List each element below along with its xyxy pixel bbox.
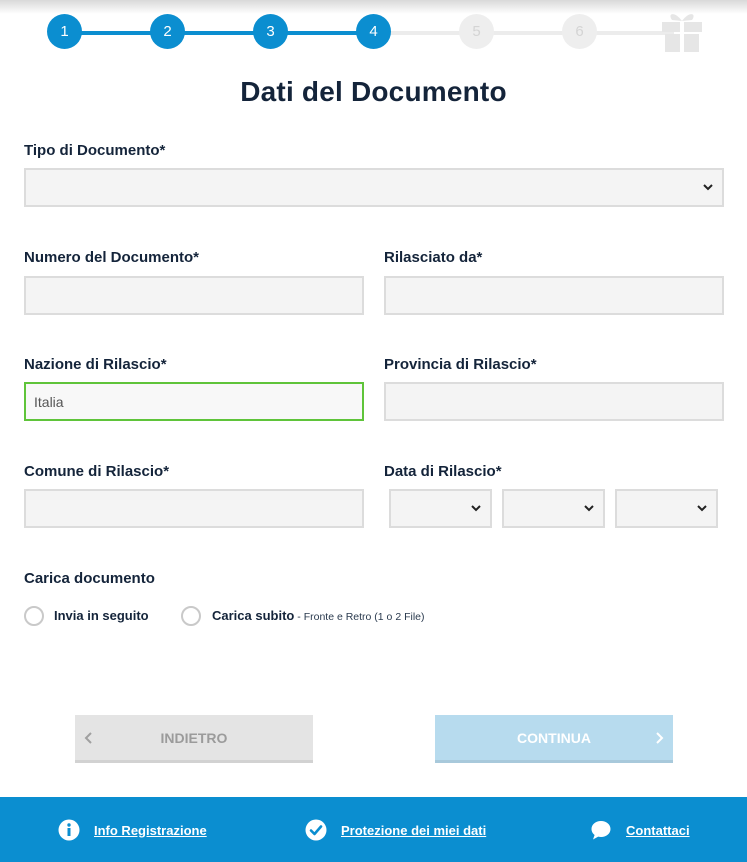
info-icon (58, 819, 80, 841)
carica-subito-hint: - Fronte e Retro (1 o 2 File) (294, 611, 425, 623)
provincia-rilascio-input[interactable] (384, 382, 724, 421)
footer-privacy[interactable]: Protezione dei miei dati (305, 819, 486, 841)
radio-carica-subito[interactable] (181, 606, 201, 626)
continue-button[interactable]: CONTINUA (435, 715, 673, 763)
footer-info-link[interactable]: Info Registrazione (94, 823, 207, 838)
chat-icon (591, 821, 611, 840)
chevron-down-icon (471, 505, 481, 512)
footer-contact[interactable]: Contattaci (590, 819, 690, 841)
invia-in-seguito-text: Invia in seguito (54, 608, 149, 623)
gift-icon (662, 14, 702, 52)
data-rilascio-month-select[interactable] (502, 489, 605, 528)
back-button-label: INDIETRO (160, 729, 228, 746)
footer-info[interactable]: Info Registrazione (58, 819, 207, 841)
tipo-documento-label: Tipo di Documento* (24, 142, 166, 159)
stepper-line-todo (374, 31, 674, 35)
checkmark-icon (305, 819, 327, 841)
step-2: 2 (150, 14, 185, 49)
chevron-down-icon (697, 505, 707, 512)
data-rilascio-year-select[interactable] (615, 489, 718, 528)
rilasciato-da-input[interactable] (384, 276, 724, 315)
comune-rilascio-input[interactable] (24, 489, 364, 528)
chevron-down-icon (584, 505, 594, 512)
nazione-rilascio-input[interactable]: Italia (24, 382, 364, 421)
radio-label-invia-in-seguito[interactable]: Invia in seguito (54, 608, 149, 623)
chevron-right-icon (656, 732, 664, 744)
numero-documento-label: Numero del Documento* (24, 249, 200, 266)
rilasciato-da-label: Rilasciato da* (384, 249, 483, 266)
chevron-left-icon (84, 732, 92, 744)
carica-documento-label: Carica documento (24, 570, 155, 587)
footer-bar: Info Registrazione Protezione dei miei d… (0, 797, 747, 862)
page-title: Dati del Documento (240, 76, 507, 107)
step-1: 1 (47, 14, 82, 49)
chevron-down-icon (703, 184, 713, 191)
progress-stepper: 1 2 3 4 5 6 (0, 0, 747, 64)
stepper-line-done (64, 31, 374, 35)
nazione-rilascio-label: Nazione di Rilascio* (24, 356, 167, 373)
step-6: 6 (562, 14, 597, 49)
carica-subito-text: Carica subito (212, 608, 295, 623)
back-button[interactable]: INDIETRO (75, 715, 313, 763)
step-5: 5 (459, 14, 494, 49)
footer-contact-link[interactable]: Contattaci (626, 823, 690, 838)
nazione-rilascio-value: Italia (34, 393, 64, 410)
continue-button-label: CONTINUA (517, 729, 591, 746)
provincia-rilascio-label: Provincia di Rilascio* (384, 356, 537, 373)
footer-privacy-link[interactable]: Protezione dei miei dati (341, 823, 486, 838)
radio-label-carica-subito[interactable]: Carica subito - Fronte e Retro (1 o 2 Fi… (212, 608, 425, 623)
comune-rilascio-label: Comune di Rilascio* (24, 463, 170, 480)
numero-documento-input[interactable] (24, 276, 364, 315)
radio-invia-in-seguito[interactable] (24, 606, 44, 626)
tipo-documento-select[interactable] (24, 168, 724, 207)
data-rilascio-label: Data di Rilascio* (384, 463, 502, 480)
step-4: 4 (356, 14, 391, 49)
step-3: 3 (253, 14, 288, 49)
data-rilascio-day-select[interactable] (389, 489, 492, 528)
